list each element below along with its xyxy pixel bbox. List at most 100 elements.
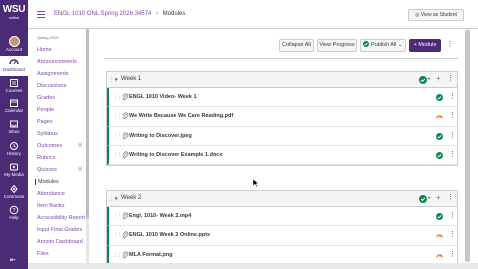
course-nav-outcomes[interactable]: Outcomes (37, 143, 62, 149)
breadcrumb-current: Modules (162, 11, 186, 17)
global-nav-help[interactable]: ? Help (0, 204, 28, 224)
module-item[interactable]: ⋮⋮ We Write Because We Care Reading.pdf ⋮ (107, 107, 457, 127)
drag-handle-icon[interactable]: ⋮⋮ (113, 113, 122, 119)
course-nav-home[interactable]: Home (37, 47, 52, 53)
module-items: ⋮⋮ ENGL 1010 Video- Week 1 ⋮ ⋮⋮ We Write Bec… (107, 88, 457, 166)
item-kebab-icon[interactable]: ⋮ (449, 131, 456, 139)
course-nav-announcements[interactable]: Announcements (37, 59, 77, 65)
view-progress-button[interactable]: View Progress (317, 39, 357, 52)
module-header[interactable]: ⋮⋮ ▾ Week 2 ▾ + ⋮ (107, 191, 457, 207)
module-item-title[interactable]: Writing to Discover.jpeg (129, 133, 192, 139)
publish-all-button[interactable]: Publish All ⌄ (360, 39, 406, 52)
module-header[interactable]: ⋮⋮ ▾ Week 1 ▾ + ⋮ (107, 72, 457, 88)
caret-down-icon[interactable]: ▾ (115, 77, 118, 83)
add-item-icon[interactable]: + (436, 74, 441, 83)
attachment-icon (122, 132, 129, 139)
module-item-title[interactable]: Writing to Discover Example 1.docx (129, 152, 222, 158)
drag-handle-icon[interactable]: ⋮⋮ (113, 232, 122, 238)
module-item-title[interactable]: MLA Format.png (129, 252, 172, 258)
drag-handle-icon[interactable]: ⋮⋮ (113, 152, 122, 158)
chevron-down-icon: ⌄ (397, 42, 403, 48)
module-item-title[interactable]: ENGL 1010 Video- Week 1 (129, 94, 197, 100)
published-check-icon[interactable] (436, 132, 443, 140)
attachment-icon (122, 112, 129, 120)
view-as-student-button[interactable]: ◎ View as Student (408, 9, 464, 21)
horizontal-scrollbar[interactable] (28, 263, 478, 269)
course-nav-discussions[interactable]: Discussions (37, 83, 66, 89)
global-nav-history[interactable]: History (0, 140, 28, 160)
chevron-down-icon[interactable]: ▾ (428, 76, 430, 81)
add-item-icon[interactable]: + (436, 193, 441, 202)
drag-handle-icon[interactable]: ⋮⋮ (113, 252, 122, 258)
caret-down-icon[interactable]: ▾ (115, 196, 118, 202)
global-nav-account[interactable]: Account (0, 34, 28, 54)
warning-gauge-icon[interactable] (436, 232, 443, 239)
add-module-button[interactable]: + Module (409, 39, 441, 52)
global-nav-calendar[interactable]: Calendar (0, 97, 28, 117)
item-kebab-icon[interactable]: ⋮ (449, 230, 456, 238)
module-item[interactable]: ⋮⋮ Engl. 1010- Week 2.mp4 ⋮ (107, 207, 457, 227)
module-item-title[interactable]: Engl. 1010- Week 2.mp4 (129, 213, 191, 219)
course-nav-files[interactable]: Files (37, 251, 49, 257)
collapse-all-button[interactable]: Collapse All (279, 39, 314, 52)
module-item[interactable]: ⋮⋮ Writing to Discover Example 1.docx ⋮ (107, 145, 457, 166)
global-nav-courses[interactable]: Courses (0, 77, 28, 97)
item-kebab-icon[interactable]: ⋮ (449, 150, 456, 158)
course-nav-quizzes[interactable]: Quizzes (37, 167, 57, 173)
drag-handle-icon[interactable]: ⋮⋮ (113, 213, 122, 219)
item-kebab-icon[interactable]: ⋮ (449, 250, 456, 258)
global-nav: WSU online Account Dashboard Courses Cal… (0, 0, 28, 269)
course-nav-rubrics[interactable]: Rubrics (37, 155, 56, 161)
chevron-down-icon[interactable]: ▾ (428, 195, 430, 200)
eye-icon: ◎ (415, 12, 420, 18)
module-item-title[interactable]: We Write Because We Care Reading.pdf (129, 113, 233, 119)
course-nav-scroll-thumb[interactable] (86, 29, 89, 219)
published-check-icon[interactable] (436, 213, 443, 220)
item-kebab-icon[interactable]: ⋮ (449, 211, 456, 219)
course-nav-input-final-grades[interactable]: Input Final Grades (37, 227, 82, 233)
breadcrumb-course-link[interactable]: ENGL 1010 ONL Spring 2026 34574 (54, 11, 151, 17)
published-check-icon[interactable] (436, 94, 443, 101)
global-nav-my-media[interactable]: My Media (0, 161, 28, 181)
module-kebab-icon[interactable]: ⋮ (447, 193, 454, 201)
item-kebab-icon[interactable]: ⋮ (449, 111, 456, 119)
wsu-online-logo[interactable]: WSU online (2, 4, 26, 26)
breadcrumb: ENGL 1010 ONL Spring 2026 34574 › Module… (54, 11, 185, 17)
course-nav-attendance[interactable]: Attendance (37, 191, 65, 197)
module-item-title[interactable]: ENGL 1010 Week 2 Online.pptx (129, 232, 210, 238)
module-item[interactable]: ⋮⋮ MLA Format.png ⋮ (107, 245, 457, 265)
warning-gauge-icon[interactable] (436, 252, 443, 259)
published-check-icon[interactable] (419, 76, 427, 84)
attachment-icon (122, 231, 129, 239)
warning-gauge-icon[interactable] (436, 113, 443, 120)
global-nav-commons[interactable]: Commons (0, 183, 28, 203)
course-menu-toggle[interactable] (37, 11, 45, 20)
item-kebab-icon[interactable]: ⋮ (449, 92, 456, 100)
course-nav-item-banks[interactable]: Item Banks (37, 203, 65, 209)
global-nav-dashboard[interactable]: Dashboard (0, 56, 28, 76)
more-options-icon[interactable]: ⋮ (444, 39, 456, 52)
media-icon (10, 163, 18, 171)
module-item[interactable]: ⋮⋮ ENGL 1010 Week 2 Online.pptx ⋮ (107, 226, 457, 246)
collapse-nav-icon[interactable]: ⇤ (10, 256, 16, 264)
drag-handle-icon[interactable]: ⋮⋮ (113, 94, 122, 100)
course-nav-grades[interactable]: Grades (37, 95, 55, 101)
drag-handle-icon[interactable]: ⋮⋮ (113, 133, 122, 139)
course-nav-annoto-dashboard[interactable]: Annoto Dashboard (37, 239, 83, 245)
global-nav-inbox[interactable]: Inbox (0, 118, 28, 138)
course-nav-accessibility-report[interactable]: Accessibility Report (37, 215, 85, 221)
history-icon (10, 142, 18, 150)
published-check-icon[interactable] (419, 195, 427, 203)
attachment-icon (122, 151, 129, 159)
course-nav-pages[interactable]: Pages (37, 119, 53, 125)
course-nav-people[interactable]: People (37, 107, 54, 113)
module-item[interactable]: ⋮⋮ ENGL 1010 Video- Week 1 ⋮ (107, 88, 457, 108)
course-nav-syllabus[interactable]: Syllabus (37, 131, 58, 137)
course-nav-modules[interactable]: Modules (35, 179, 59, 185)
module-kebab-icon[interactable]: ⋮ (447, 74, 454, 82)
course-nav-assignments[interactable]: Assignments (37, 71, 69, 77)
plus-icon: + (413, 42, 417, 48)
page-scroll-thumb[interactable] (465, 30, 470, 262)
module-item[interactable]: ⋮⋮ Writing to Discover.jpeg ⋮ (107, 126, 457, 146)
published-check-icon[interactable] (436, 151, 443, 159)
